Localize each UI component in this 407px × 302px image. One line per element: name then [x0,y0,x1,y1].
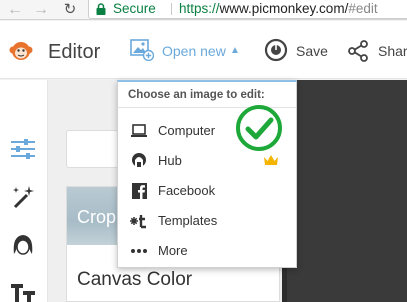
monkey-logo-icon[interactable] [9,40,33,62]
crown-icon [264,155,278,165]
menu-item-facebook[interactable]: Facebook [118,177,296,205]
facebook-icon [132,183,147,199]
templates-icon [130,215,146,229]
text-icon[interactable] [8,278,38,302]
menu-item-label: Facebook [158,183,216,198]
url-path: #edit [348,1,378,16]
canvas-color-label[interactable]: Canvas Color [77,269,192,291]
address-bar[interactable]: Secure https://www.picmonkey.com/#edit [88,0,407,19]
reload-icon[interactable]: ↻ [61,1,79,19]
magic-wand-icon[interactable] [8,182,38,212]
back-icon[interactable]: ← [6,1,24,19]
menu-item-templates[interactable]: Templates [118,207,296,235]
dropdown-heading: Choose an image to edit: [128,89,265,101]
lock-icon [96,3,106,15]
canvas-workspace[interactable] [282,80,407,302]
chevron-up-icon: ▲ [230,45,240,56]
face-touchup-icon[interactable] [8,230,38,260]
save-label: Save [296,43,328,59]
url-host: www.picmonkey.com/ [219,1,349,16]
url-separator [171,3,172,15]
forward-icon[interactable]: → [32,1,50,19]
menu-item-more[interactable]: More [118,237,296,265]
url-scheme: https:// [179,1,220,16]
menu-item-label: Hub [158,153,182,168]
adjustments-sliders-icon[interactable] [8,134,38,164]
tool-rail [0,80,48,302]
checkmark-badge-icon [236,105,282,151]
save-icon [264,38,288,62]
menu-item-label: Templates [158,213,218,228]
share-label: Share [378,43,407,59]
menu-item-label: More [158,243,188,258]
laptop-icon [131,124,147,137]
hub-icon [132,153,146,167]
menu-item-label: Computer [158,123,216,138]
browser-toolbar: ← → ↻ Secure https://www.picmonkey.com/#… [0,0,407,20]
share-icon [348,40,368,62]
image-add-icon [130,39,154,61]
url-text: https://www.picmonkey.com/#edit [179,0,378,18]
crop-label: Crop [77,207,117,227]
editor-title: Editor [48,41,101,63]
secure-label: Secure [113,1,156,16]
open-new-label: Open new [162,43,226,59]
app-header: Editor Open new ▲ Save Share [0,21,407,79]
more-dots-icon [131,249,147,253]
